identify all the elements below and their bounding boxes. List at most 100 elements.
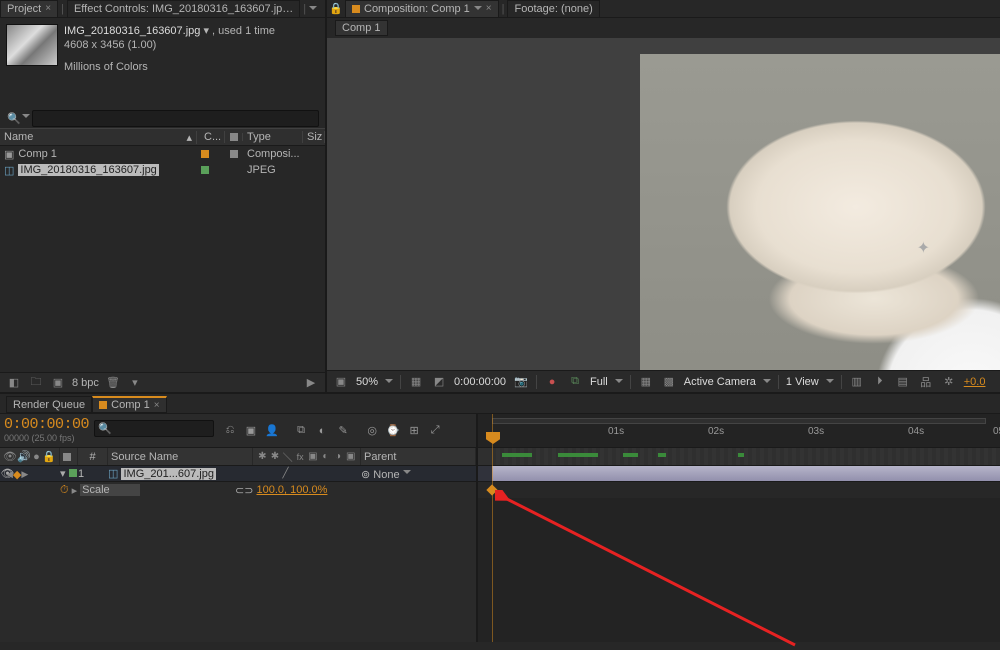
panel-menu-icon[interactable]: [309, 6, 317, 14]
motion-blur-icon[interactable]: ◐: [319, 451, 332, 462]
zoom-value[interactable]: 50%: [356, 376, 378, 388]
snap-icon[interactable]: ⊞: [406, 423, 422, 439]
constrain-icon[interactable]: ⊂⊃: [235, 484, 253, 497]
anchor-point-icon[interactable]: ✦: [917, 238, 930, 258]
col-source-name[interactable]: Source Name: [108, 448, 253, 465]
exposure-value[interactable]: +0.0: [964, 376, 986, 388]
col-name[interactable]: Name ▴: [0, 131, 197, 144]
lock-icon[interactable]: 🔒: [327, 1, 345, 17]
shy-icon[interactable]: ✱: [256, 451, 269, 462]
timeline-icon[interactable]: ▤: [895, 374, 911, 390]
search-dropdown-icon[interactable]: [22, 114, 30, 122]
tab-timeline-comp[interactable]: Comp 1 ×: [92, 396, 166, 413]
chevron-down-icon[interactable]: [385, 379, 393, 387]
work-area-bar[interactable]: [492, 418, 986, 424]
tab-render-queue[interactable]: Render Queue: [6, 396, 92, 413]
work-area-track[interactable]: [478, 448, 1000, 466]
pixel-aspect-icon[interactable]: ▥: [849, 374, 865, 390]
current-time-indicator[interactable]: [492, 414, 493, 642]
layer-track[interactable]: [478, 466, 1000, 482]
auto-keyframe-icon[interactable]: ◎: [364, 423, 380, 439]
col-type[interactable]: Type: [243, 131, 303, 143]
search-icon[interactable]: 🔍: [6, 112, 22, 125]
chevron-down-icon[interactable]: [763, 379, 771, 387]
search-input[interactable]: [32, 110, 319, 127]
3d-icon[interactable]: ▣: [344, 451, 357, 462]
collapse-icon[interactable]: ✱: [269, 451, 282, 462]
time-scrubber[interactable]: [486, 432, 500, 444]
tab-project[interactable]: Project ×: [0, 0, 58, 18]
frame-blend-icon[interactable]: ▣: [307, 451, 320, 462]
chevron-down-icon[interactable]: [615, 379, 623, 387]
mask-icon[interactable]: ◩: [431, 374, 447, 390]
new-comp-icon[interactable]: ▣: [50, 375, 66, 391]
col-label-color[interactable]: [225, 133, 243, 141]
graph-editor-icon[interactable]: ⌚: [385, 423, 401, 439]
snapshot-icon[interactable]: 📷: [513, 374, 529, 390]
chevron-down-icon[interactable]: [826, 379, 834, 387]
trash-icon[interactable]: 🗑: [105, 375, 121, 391]
camera-value[interactable]: Active Camera: [684, 376, 756, 388]
timeline-tracks[interactable]: 01s 02s 03s 04s 05: [478, 414, 1000, 642]
col-parent[interactable]: Parent: [361, 448, 476, 465]
layer-bar[interactable]: [492, 466, 1000, 481]
close-icon[interactable]: ×: [486, 3, 492, 14]
project-item-image[interactable]: IMG_20180316_163607.jpg JPEG: [0, 162, 325, 178]
audio-toggle-icon[interactable]: 🔊: [17, 450, 31, 463]
col-size[interactable]: Siz: [303, 131, 325, 143]
next-keyframe-icon[interactable]: ▶: [21, 469, 28, 480]
lock-toggle-icon[interactable]: 🔒: [42, 450, 56, 463]
scroll-right-icon[interactable]: ▶: [303, 375, 319, 391]
current-time[interactable]: 0:00:00:00: [4, 416, 86, 433]
close-icon[interactable]: ×: [45, 3, 51, 14]
col-label[interactable]: [60, 448, 78, 465]
hide-shy-icon[interactable]: 👤: [264, 423, 280, 439]
time-ruler[interactable]: 01s 02s 03s 04s 05: [478, 414, 1000, 448]
viewer-time[interactable]: 0:00:00:00: [454, 376, 506, 388]
views-value[interactable]: 1 View: [786, 376, 819, 388]
fast-preview-icon[interactable]: ⏵: [872, 374, 888, 390]
timecode-box[interactable]: 0:00:00:00 00000 (25.00 fps): [0, 414, 90, 447]
brainstorm-icon[interactable]: ✎: [335, 423, 351, 439]
stopwatch-icon[interactable]: ⏱: [60, 484, 69, 497]
channel-colors-icon[interactable]: ⧉: [567, 374, 583, 390]
twirl-property-icon[interactable]: ▸: [72, 484, 78, 497]
add-keyframe-icon[interactable]: ◆: [13, 468, 21, 481]
scale-track[interactable]: [478, 482, 1000, 498]
magnify-icon[interactable]: ▣: [333, 374, 349, 390]
motion-blur-icon[interactable]: ◐: [314, 423, 330, 439]
col-label[interactable]: C...: [197, 131, 225, 143]
video-toggle-icon[interactable]: 👁: [3, 450, 17, 463]
channel-red-icon[interactable]: ●: [544, 374, 560, 390]
frame-blend-icon[interactable]: ⧉: [293, 423, 309, 439]
tab-composition[interactable]: Composition: Comp 1 ×: [345, 0, 499, 18]
search-dropdown-icon[interactable]: ▾: [127, 375, 143, 391]
quality-value[interactable]: Full: [590, 376, 608, 388]
tab-footage[interactable]: Footage: (none): [507, 0, 599, 18]
timeline-search-input[interactable]: 🔍: [94, 420, 214, 437]
tab-effect-controls[interactable]: Effect Controls: IMG_20180316_163607.jp…: [67, 0, 300, 18]
asset-dropdown-icon[interactable]: ▾: [203, 25, 212, 37]
scale-value[interactable]: 100.0, 100.0%: [257, 484, 328, 496]
quality-icon[interactable]: ＼: [281, 449, 294, 464]
flowchart-icon[interactable]: [230, 150, 238, 158]
chevron-down-icon[interactable]: [474, 6, 482, 14]
view-layout-icon[interactable]: ▦: [638, 374, 654, 390]
reset-exposure-icon[interactable]: ✲: [941, 374, 957, 390]
prev-keyframe-icon[interactable]: ◀: [6, 469, 13, 480]
fx-icon[interactable]: fx: [294, 452, 307, 462]
col-index[interactable]: #: [78, 448, 108, 465]
bit-depth[interactable]: 8 bpc: [72, 377, 99, 389]
draft3d-icon[interactable]: ▣: [243, 423, 259, 439]
composition-viewer[interactable]: ✦: [327, 38, 1000, 370]
comp-sub-tab[interactable]: Comp 1: [335, 20, 388, 36]
flowchart-icon[interactable]: 品: [918, 374, 934, 390]
adjustment-icon[interactable]: ◑: [332, 451, 345, 462]
toggle-alpha-icon[interactable]: ▩: [661, 374, 677, 390]
interpret-footage-icon[interactable]: ◧: [6, 375, 22, 391]
asset-thumbnail[interactable]: [6, 24, 58, 66]
solo-toggle-icon[interactable]: ●: [31, 451, 43, 463]
new-folder-icon[interactable]: 🗀: [28, 375, 44, 391]
expand-icon[interactable]: ⤢: [427, 423, 443, 439]
scale-property-row[interactable]: ⏱ ▸ Scale ⊂⊃ 100.0, 100.0%: [0, 482, 476, 498]
